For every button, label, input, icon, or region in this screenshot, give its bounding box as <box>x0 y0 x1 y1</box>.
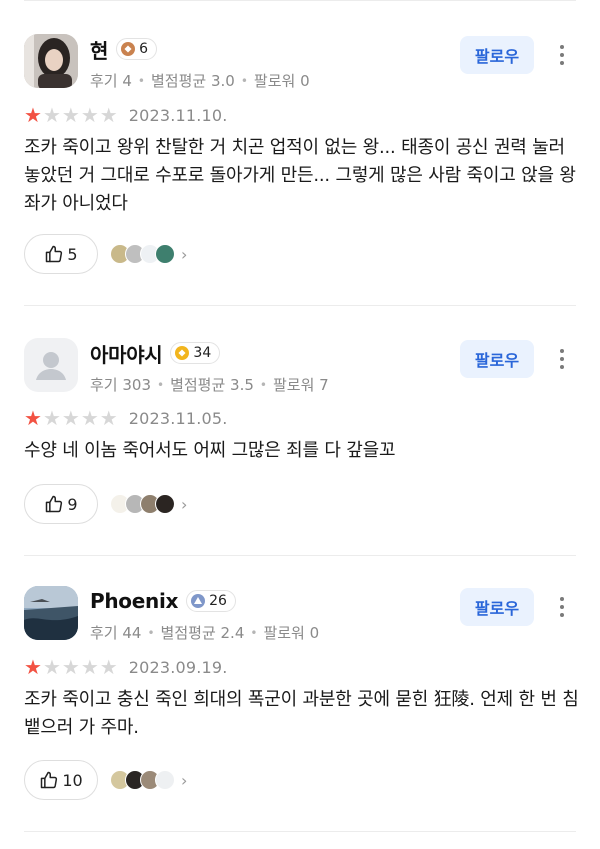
star-empty-icon: ★ <box>80 655 99 679</box>
liker-avatars[interactable]: › <box>110 484 187 524</box>
separator-dot: • <box>137 73 145 88</box>
review-count: 후기 303 <box>90 376 151 394</box>
like-count: 10 <box>62 770 83 790</box>
liker-avatar <box>155 244 175 264</box>
review-divider <box>24 831 576 832</box>
star-empty-icon: ★ <box>61 103 80 127</box>
star-empty-icon: ★ <box>42 406 61 430</box>
average-rating: 별점평균 3.0 <box>151 72 235 90</box>
review-divider <box>24 555 576 556</box>
review-date: 2023.11.05. <box>128 408 228 428</box>
thumbs-up-icon <box>41 771 58 789</box>
liker-avatars[interactable]: › <box>110 234 187 274</box>
star-empty-icon: ★ <box>99 103 118 127</box>
separator-dot: • <box>240 73 248 88</box>
separator-dot: • <box>147 625 155 640</box>
star-empty-icon: ★ <box>42 655 61 679</box>
review-text: 수양 네 이놈 죽어서도 어찌 그많은 죄를 다 갚을꼬 <box>24 440 396 461</box>
more-vertical-icon[interactable] <box>550 590 574 624</box>
username[interactable]: 현 <box>90 35 108 64</box>
star-empty-icon: ★ <box>61 406 80 430</box>
top-divider <box>24 0 576 1</box>
username[interactable]: Phoenix <box>90 589 178 613</box>
avatar[interactable] <box>24 586 78 640</box>
follower-count: 팔로워 0 <box>263 624 320 642</box>
star-empty-icon: ★ <box>42 103 61 127</box>
review-divider <box>24 305 576 306</box>
star-rating: ★ ★ ★ ★ ★ 2023.11.10. <box>24 104 228 126</box>
avatar[interactable] <box>24 338 78 392</box>
separator-dot: • <box>250 625 258 640</box>
thumbs-up-icon <box>46 495 63 513</box>
review-date: 2023.09.19. <box>128 657 228 677</box>
level-icon <box>175 346 190 360</box>
star-empty-icon: ★ <box>61 655 80 679</box>
chevron-right-icon: › <box>181 244 188 264</box>
review-count: 후기 44 <box>90 624 142 642</box>
level-icon <box>191 594 206 608</box>
follow-button[interactable]: 팔로우 <box>460 340 534 378</box>
liker-avatars[interactable]: › <box>110 760 187 800</box>
star-rating: ★ ★ ★ ★ ★ 2023.09.19. <box>24 656 228 678</box>
follower-count: 팔로워 0 <box>253 72 310 90</box>
separator-dot: • <box>157 377 165 392</box>
review-count: 후기 4 <box>90 72 132 90</box>
thumbs-up-icon <box>46 245 63 263</box>
star-empty-icon: ★ <box>80 103 99 127</box>
star-empty-icon: ★ <box>99 655 118 679</box>
level-number: 6 <box>139 41 149 57</box>
liker-avatar <box>155 494 175 514</box>
level-badge: 26 <box>186 590 236 612</box>
more-vertical-icon[interactable] <box>550 342 574 376</box>
like-button[interactable]: 9 <box>24 484 98 524</box>
more-vertical-icon[interactable] <box>550 38 574 72</box>
average-rating: 별점평균 3.5 <box>170 376 254 394</box>
star-filled-icon: ★ <box>24 103 42 127</box>
review-date: 2023.11.10. <box>128 105 228 125</box>
level-badge: 34 <box>170 342 221 364</box>
like-count: 5 <box>67 244 78 264</box>
follow-button[interactable]: 팔로우 <box>460 588 534 626</box>
level-badge: 6 <box>116 38 158 60</box>
avatar[interactable] <box>24 34 78 88</box>
star-rating: ★ ★ ★ ★ ★ 2023.11.05. <box>24 407 228 429</box>
username[interactable]: 아마야시 <box>90 339 163 368</box>
user-stats: 후기 4 • 별점평균 3.0 • 팔로워 0 <box>90 70 310 91</box>
like-button[interactable]: 5 <box>24 234 98 274</box>
review-text: 조카 죽이고 충신 죽인 희대의 폭군이 과분한 곳에 묻힌 狂陵. 언제 한 … <box>24 689 579 738</box>
follower-count: 팔로워 7 <box>272 376 329 394</box>
level-number: 26 <box>209 593 227 609</box>
star-filled-icon: ★ <box>24 406 42 430</box>
separator-dot: • <box>259 377 267 392</box>
star-filled-icon: ★ <box>24 655 42 679</box>
review-text: 조카 죽이고 왕위 찬탈한 거 치곤 업적이 없는 왕... 태종이 공신 권력… <box>24 137 576 214</box>
star-empty-icon: ★ <box>80 406 99 430</box>
average-rating: 별점평균 2.4 <box>160 624 245 642</box>
chevron-right-icon: › <box>181 494 188 514</box>
like-count: 9 <box>67 494 78 514</box>
liker-avatar <box>155 770 175 790</box>
star-empty-icon: ★ <box>99 406 118 430</box>
user-stats: 후기 44 • 별점평균 2.4 • 팔로워 0 <box>90 622 319 643</box>
level-icon <box>121 42 136 56</box>
level-number: 34 <box>193 345 212 361</box>
chevron-right-icon: › <box>181 770 188 790</box>
like-button[interactable]: 10 <box>24 760 98 800</box>
follow-button[interactable]: 팔로우 <box>460 36 534 74</box>
user-stats: 후기 303 • 별점평균 3.5 • 팔로워 7 <box>90 374 329 395</box>
